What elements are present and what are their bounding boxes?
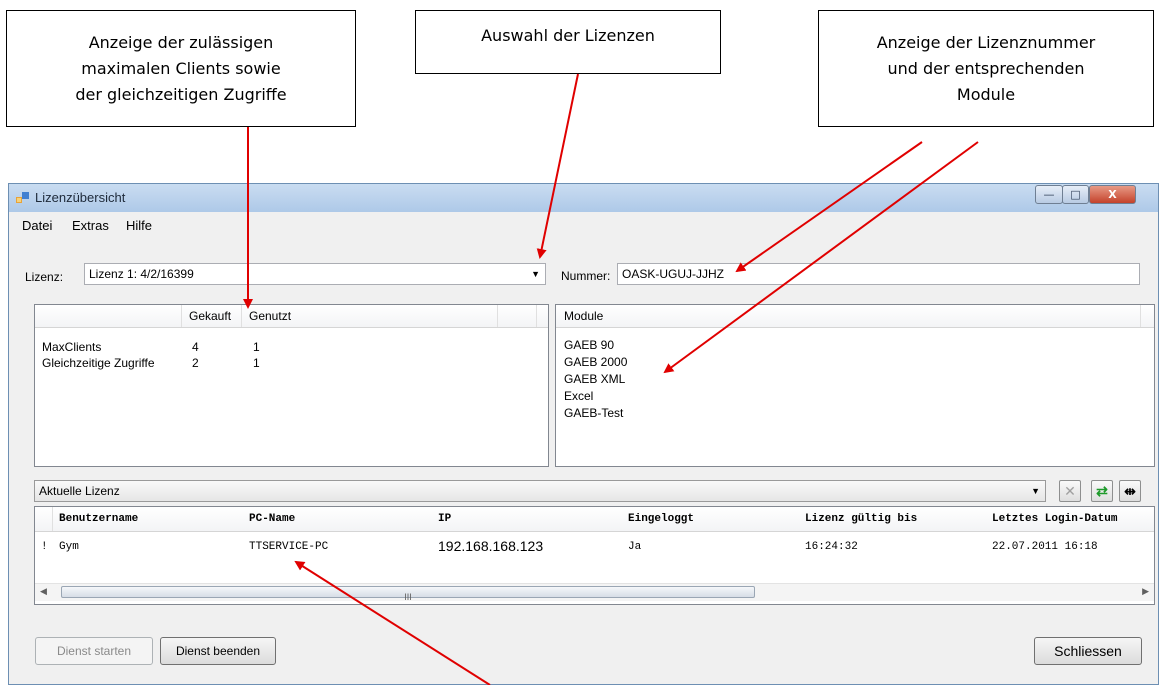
menu-hilfe[interactable]: Hilfe (126, 218, 152, 233)
dropdown-arrow-icon[interactable]: ▼ (531, 264, 540, 284)
sessions-grid: Benutzername PC-Name IP Eingeloggt Lizen… (34, 506, 1155, 605)
scroll-left-icon[interactable]: ◀ (40, 586, 47, 597)
column-divider[interactable] (241, 305, 242, 327)
cell-logged-in: Ja (628, 541, 642, 553)
cell-valid-until: 16:24:32 (805, 541, 858, 553)
app-icon (16, 192, 29, 203)
license-label: Lizenz: (25, 270, 64, 284)
minimize-button[interactable]: — (1035, 185, 1063, 204)
row-used: 1 (253, 340, 260, 354)
callout-number-line-2: und der entsprechenden (887, 58, 1085, 78)
cell-pc-name: TTSERVICE-PC (249, 541, 329, 553)
row-name: Gleichzeitige Zugriffe (42, 356, 155, 370)
close-button[interactable]: Schliessen (1034, 637, 1142, 665)
column-divider[interactable] (1140, 305, 1141, 327)
license-number-field[interactable]: OASK-UGUJ-JJHZ (617, 263, 1140, 285)
list-item[interactable]: Excel (564, 389, 593, 403)
scroll-right-icon[interactable]: ▶ (1142, 586, 1149, 597)
row-bought: 2 (192, 356, 199, 370)
horizontal-scrollbar[interactable]: ◀ III ▶ (35, 583, 1154, 602)
clients-col-used[interactable]: Genutzt (249, 309, 291, 323)
maximize-button[interactable]: □ (1062, 185, 1089, 204)
column-divider[interactable] (52, 507, 53, 531)
column-fit-button[interactable]: ⇹ (1119, 480, 1141, 502)
column-divider[interactable] (497, 305, 498, 327)
col-ip[interactable]: IP (438, 513, 451, 525)
cell-last-login: 22.07.2011 16:18 (992, 541, 1098, 553)
refresh-icon: ⇄ (1096, 483, 1108, 499)
list-item[interactable]: GAEB 90 (564, 338, 614, 352)
title-bar[interactable]: Lizenzübersicht — □ X (9, 184, 1158, 212)
start-service-button[interactable]: Dienst starten (35, 637, 153, 665)
window-title: Lizenzübersicht (35, 190, 126, 205)
callout-number-line-1: Anzeige der Lizenznummer (876, 32, 1096, 52)
clients-col-bought[interactable]: Gekauft (189, 309, 231, 323)
column-resize-icon: ⇹ (1124, 483, 1136, 499)
modules-header: Module (556, 305, 1154, 328)
scroll-thumb[interactable]: III (61, 586, 755, 602)
filter-select-value: Aktuelle Lizenz (39, 484, 120, 498)
delete-button[interactable]: ✕ (1059, 480, 1081, 502)
sessions-header: Benutzername PC-Name IP Eingeloggt Lizen… (35, 507, 1154, 532)
list-item[interactable]: GAEB 2000 (564, 355, 627, 369)
scroll-grip: III (404, 592, 412, 602)
clients-table-header: Gekauft Genutzt (35, 305, 548, 328)
menu-datei[interactable]: Datei (22, 218, 52, 233)
license-select-value: Lizenz 1: 4/2/16399 (89, 267, 194, 281)
cell-username: Gym (59, 541, 79, 553)
callout-clients: Anzeige der zulässigen maximalen Clients… (6, 10, 356, 127)
column-divider[interactable] (536, 305, 537, 327)
callout-clients-line-2: maximalen Clients sowie (81, 58, 281, 78)
clients-table: Gekauft Genutzt MaxClients 4 1 Gleichzei… (34, 304, 549, 467)
col-logged-in[interactable]: Eingeloggt (628, 513, 694, 525)
callout-clients-line-1: Anzeige der zulässigen (88, 32, 274, 52)
callout-clients-line-3: der gleichzeitigen Zugriffe (75, 84, 287, 104)
filter-select[interactable]: Aktuelle Lizenz ▼ (34, 480, 1046, 502)
stop-service-button[interactable]: Dienst beenden (160, 637, 276, 665)
menu-extras[interactable]: Extras (72, 218, 109, 233)
col-last-login[interactable]: Letztes Login-Datum (992, 513, 1117, 525)
callout-licenses: Auswahl der Lizenzen (415, 10, 721, 74)
row-bought: 4 (192, 340, 199, 354)
column-divider[interactable] (181, 305, 182, 327)
row-marker: ! (41, 541, 48, 553)
list-item[interactable]: GAEB-Test (564, 406, 623, 420)
license-overview-window: Lizenzübersicht — □ X Datei Extras Hilfe… (8, 183, 1159, 685)
menu-bar: Datei Extras Hilfe (9, 212, 1158, 238)
number-label: Nummer: (561, 269, 611, 283)
license-select[interactable]: Lizenz 1: 4/2/16399 ▼ (84, 263, 546, 285)
callout-number-line-3: Module (956, 84, 1016, 104)
row-name: MaxClients (42, 340, 102, 354)
close-window-button[interactable]: X (1089, 185, 1136, 204)
refresh-button[interactable]: ⇄ (1091, 480, 1113, 502)
license-number-value: OASK-UGUJ-JJHZ (622, 267, 724, 281)
list-item[interactable]: GAEB XML (564, 372, 625, 386)
modules-list: Module GAEB 90 GAEB 2000 GAEB XML Excel … (555, 304, 1155, 467)
callout-number: Anzeige der Lizenznummer und der entspre… (818, 10, 1154, 127)
modules-col-header[interactable]: Module (564, 309, 603, 323)
close-x-icon: ✕ (1064, 483, 1076, 499)
row-used: 1 (253, 356, 260, 370)
col-valid-until[interactable]: Lizenz gültig bis (805, 513, 917, 525)
dropdown-arrow-icon[interactable]: ▼ (1031, 481, 1040, 501)
col-username[interactable]: Benutzername (59, 513, 138, 525)
cell-ip: 192.168.168.123 (438, 538, 544, 554)
col-pc-name[interactable]: PC-Name (249, 513, 295, 525)
callout-licenses-line-1: Auswahl der Lizenzen (481, 26, 655, 45)
